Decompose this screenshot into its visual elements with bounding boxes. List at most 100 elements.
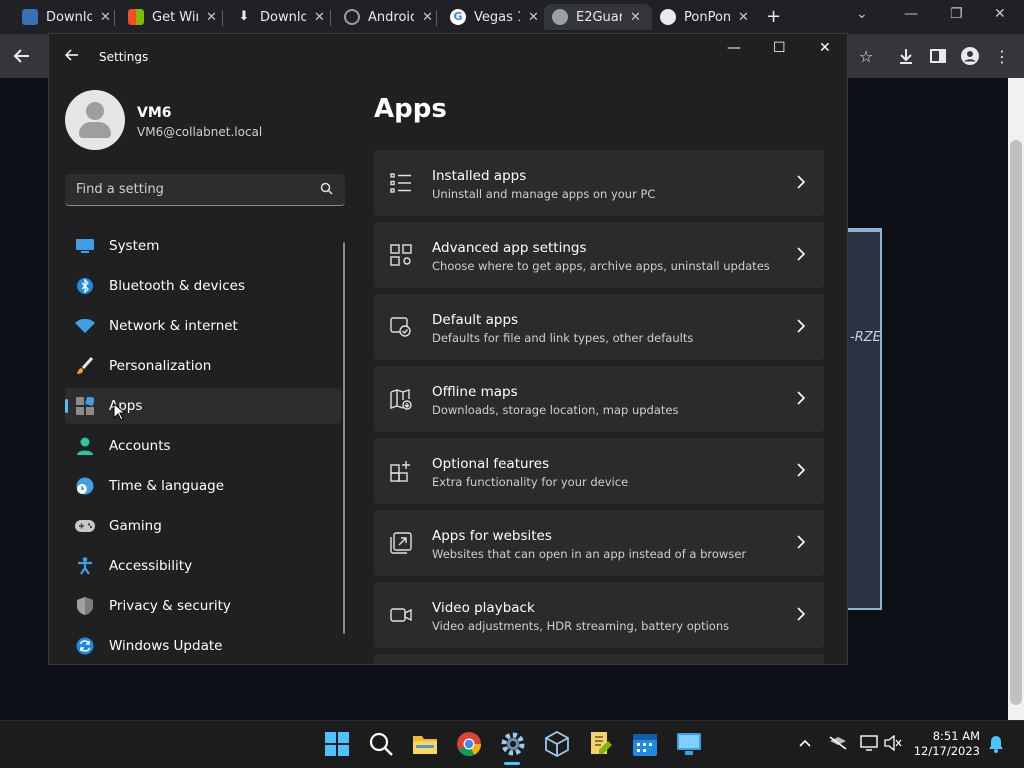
search-icon[interactable] — [368, 731, 394, 757]
browser-menu-button[interactable]: ⋮ — [990, 44, 1014, 68]
close-icon[interactable]: ✕ — [206, 10, 217, 25]
card-offline-maps[interactable]: Offline maps Downloads, storage location… — [374, 366, 824, 432]
browser-tab-4[interactable]: Android ✕ — [336, 4, 441, 30]
card-apps-for-websites[interactable]: Apps for websites Websites that can open… — [374, 510, 824, 576]
new-tab-button[interactable]: + — [766, 6, 781, 27]
chevron-right-icon — [797, 319, 806, 333]
search-icon — [320, 182, 333, 195]
card-subtitle: Uninstall and manage apps on your PC — [432, 187, 656, 201]
sidebar-item-system[interactable]: System — [65, 228, 341, 264]
clock-globe-icon — [75, 476, 95, 496]
settings-window-title: Settings — [99, 50, 149, 64]
accessibility-icon — [75, 556, 95, 576]
card-subtitle: Extra functionality for your device — [432, 475, 629, 489]
user-email: VM6@collabnet.local — [137, 125, 263, 139]
settings-close-button[interactable]: ✕ — [819, 40, 831, 56]
page-scrollbar-thumb[interactable] — [1010, 140, 1022, 705]
search-input[interactable] — [65, 174, 305, 205]
chevron-right-icon — [797, 247, 806, 261]
sidebar-item-accessibility[interactable]: Accessibility — [65, 548, 341, 584]
restore-button[interactable]: ❐ — [950, 6, 963, 22]
settings-minimize-button[interactable]: — — [727, 40, 741, 56]
default-apps-icon — [390, 317, 411, 337]
remote-desktop-icon[interactable] — [676, 731, 702, 757]
calendar-icon[interactable] — [632, 731, 658, 757]
card-installed-apps[interactable]: Installed apps Uninstall and manage apps… — [374, 150, 824, 216]
bluetooth-icon — [75, 276, 95, 296]
card-video-playback[interactable]: Video playback Video adjustments, HDR st… — [374, 582, 824, 648]
profile-button[interactable] — [958, 44, 982, 68]
browser-tab-3[interactable]: ⬇ Download ✕ — [228, 4, 333, 30]
tab-label: Vegas 1 — [474, 9, 520, 25]
sidebar-item-label: Gaming — [109, 518, 162, 534]
browser-tab-1[interactable]: Download ✕ — [14, 4, 119, 30]
sidebar-item-gaming[interactable]: Gaming — [65, 508, 341, 544]
tab-search-chevron-icon[interactable]: ⌄ — [856, 6, 868, 22]
settings-gear-icon[interactable] — [500, 731, 526, 757]
download-icon — [900, 49, 912, 64]
sidebar-item-label: Network & internet — [109, 318, 238, 334]
card-subtitle: Downloads, storage location, map updates — [432, 403, 679, 417]
side-panel-button[interactable] — [926, 44, 950, 68]
optional-features-icon — [390, 461, 410, 482]
downloads-button[interactable] — [894, 44, 918, 68]
browser-tab-6[interactable]: E2Guardian ✕ — [544, 4, 652, 30]
card-advanced-app-settings[interactable]: Advanced app settings Choose where to ge… — [374, 222, 824, 288]
chevron-right-icon — [797, 463, 806, 477]
system-icon — [75, 236, 95, 256]
list-icon — [390, 173, 411, 193]
virtualbox-cube-icon[interactable] — [544, 731, 570, 757]
card-title: Offline maps — [432, 384, 518, 400]
close-icon[interactable]: ✕ — [422, 10, 433, 25]
browser-tab-2[interactable]: Get Windows ✕ — [120, 4, 225, 30]
show-hidden-icons-chevron-icon[interactable] — [798, 735, 812, 754]
close-icon[interactable]: ✕ — [314, 10, 325, 25]
news-favicon-icon — [22, 9, 38, 25]
close-icon[interactable]: ✕ — [738, 10, 749, 25]
sidebar-item-privacy[interactable]: Privacy & security — [65, 588, 341, 624]
card-partial[interactable] — [374, 654, 824, 664]
tab-separator — [222, 10, 223, 26]
page-partial-text: -RZE — [850, 330, 881, 345]
close-window-button[interactable]: ✕ — [994, 6, 1006, 22]
sidebar-item-windows-update[interactable]: Windows Update — [65, 628, 341, 664]
sidebar-item-network[interactable]: Network & internet — [65, 308, 341, 344]
back-arrow-icon — [13, 49, 29, 63]
back-button[interactable] — [10, 44, 34, 68]
side-panel-icon — [930, 49, 946, 63]
close-icon[interactable]: ✕ — [630, 10, 641, 25]
start-windows-icon[interactable] — [324, 731, 350, 757]
nav-scrollbar[interactable] — [343, 242, 345, 634]
sidebar-item-accounts[interactable]: Accounts — [65, 428, 341, 464]
close-icon[interactable]: ✕ — [100, 10, 111, 25]
volume-muted-icon[interactable] — [884, 734, 902, 755]
card-title: Video playback — [432, 600, 535, 616]
search-box[interactable] — [65, 174, 345, 206]
map-icon — [390, 389, 412, 410]
display-icon[interactable] — [860, 735, 878, 755]
settings-back-button[interactable] — [64, 48, 79, 66]
taskbar-clock[interactable]: 8:51 AM 12/17/2023 — [910, 729, 980, 759]
chrome-icon[interactable] — [456, 731, 482, 757]
card-default-apps[interactable]: Default apps Defaults for file and link … — [374, 294, 824, 360]
sidebar-item-label: Privacy & security — [109, 598, 231, 614]
chevron-right-icon — [797, 391, 806, 405]
sidebar-item-time-language[interactable]: Time & language — [65, 468, 341, 504]
card-optional-features[interactable]: Optional features Extra functionality fo… — [374, 438, 824, 504]
settings-maximize-button[interactable]: ☐ — [773, 40, 786, 56]
bookmark-star-button[interactable]: ☆ — [854, 44, 878, 68]
card-title: Advanced app settings — [432, 240, 587, 256]
sidebar-item-personalization[interactable]: Personalization — [65, 348, 341, 384]
file-explorer-icon[interactable] — [412, 731, 438, 757]
sidebar-item-apps[interactable]: Apps — [65, 388, 341, 424]
network-disconnected-icon[interactable] — [828, 735, 848, 755]
notification-bell-icon[interactable] — [988, 735, 1004, 757]
minimize-button[interactable]: — — [904, 6, 918, 22]
wifi-icon — [75, 316, 95, 336]
avatar[interactable] — [65, 90, 125, 150]
notepad-plus-icon[interactable] — [588, 731, 614, 757]
close-icon[interactable]: ✕ — [528, 10, 539, 25]
browser-tab-5[interactable]: G Vegas 1 ✕ — [442, 4, 547, 30]
browser-tab-7[interactable]: PonPon ✕ — [652, 4, 757, 30]
sidebar-item-bluetooth[interactable]: Bluetooth & devices — [65, 268, 341, 304]
